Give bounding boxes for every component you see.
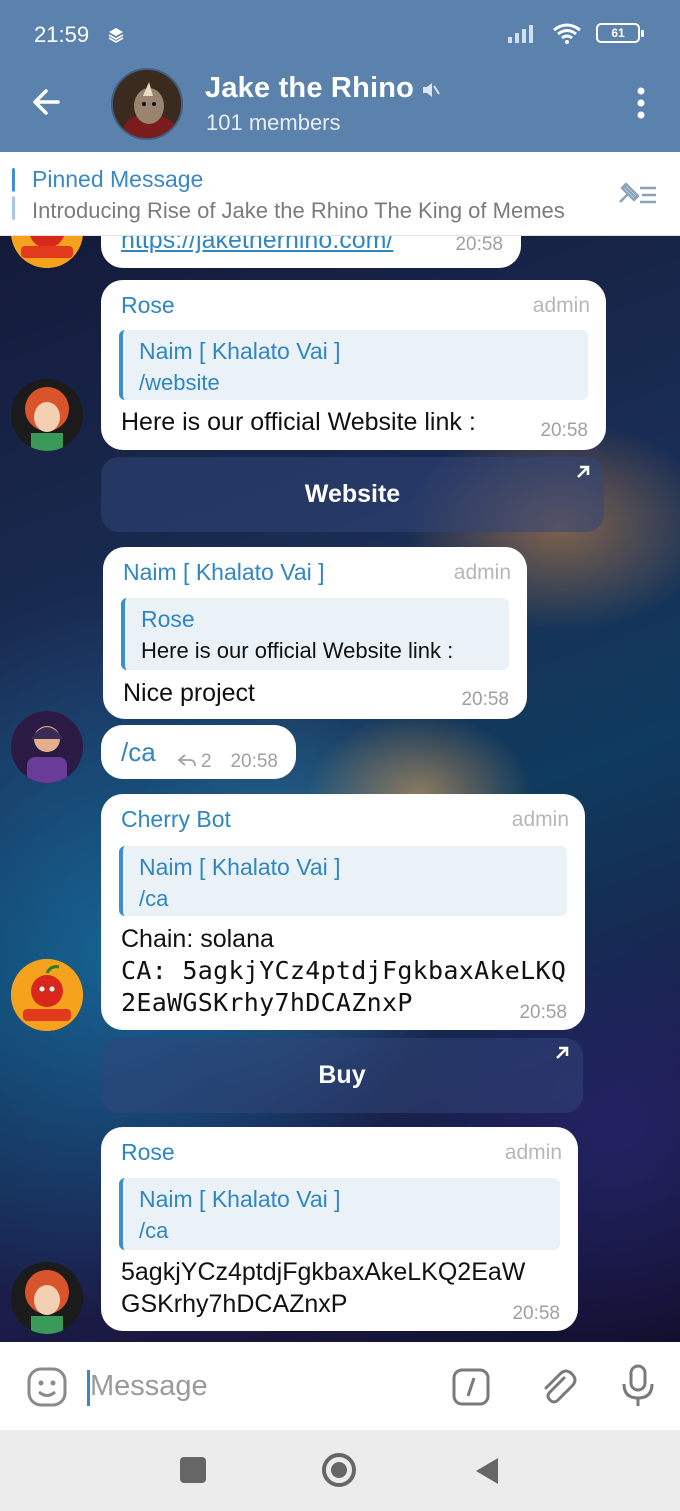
website-button-label: Website <box>304 480 401 508</box>
battery-level: 61 <box>611 26 625 40</box>
message-bubble[interactable]: https://jaketherhino.com/ 20:58 <box>101 236 521 268</box>
admin-badge: admin <box>532 294 590 317</box>
chat-area[interactable]: https://jaketherhino.com/ 20:58 Rose adm… <box>0 236 680 1342</box>
reply-text: /website <box>139 370 220 395</box>
app-header: 21:59 61 Jake the Rhino 101 members <box>0 0 680 152</box>
attach-paperclip-icon[interactable] <box>534 1364 578 1408</box>
message-time: 20:58 <box>540 420 588 441</box>
message-time: 20:58 <box>230 751 278 772</box>
pinned-title: Pinned Message <box>32 166 204 192</box>
reply-text: /ca <box>139 886 169 911</box>
admin-badge: admin <box>453 561 511 584</box>
message-author[interactable]: Rose <box>121 292 175 319</box>
pinned-indicator <box>12 168 15 220</box>
more-vertical-icon[interactable] <box>636 86 646 120</box>
admin-badge: admin <box>504 1141 562 1164</box>
reply-author: Rose <box>141 606 195 632</box>
cherry-icon <box>11 236 83 268</box>
pinned-message-bar[interactable]: Pinned Message Introducing Rise of Jake … <box>0 152 680 236</box>
status-time: 21:59 <box>34 22 90 47</box>
message-time: 20:58 <box>461 689 509 710</box>
reply-author: Naim [ Khalato Vai ] <box>139 854 341 880</box>
reply-author: Naim [ Khalato Vai ] <box>139 1186 341 1212</box>
cherry-bot-avatar[interactable] <box>11 959 83 1031</box>
status-icons: 61 <box>508 22 644 44</box>
message-bubble[interactable]: Cherry Bot admin Naim [ Khalato Vai ] /c… <box>101 794 585 1030</box>
website-button[interactable]: Website <box>101 457 604 532</box>
message-text-chain: Chain: solana <box>121 925 274 953</box>
back-arrow-icon[interactable] <box>28 82 68 122</box>
external-link-icon <box>556 1046 569 1059</box>
message-text: Here is our official Website link : <box>121 408 476 436</box>
message-author[interactable]: Rose <box>121 1139 175 1166</box>
external-link-icon <box>577 465 590 478</box>
reply-icon <box>178 754 196 767</box>
message-bubble[interactable]: Rose admin Naim [ Khalato Vai ] /website… <box>101 280 606 450</box>
system-nav-bar <box>0 1430 680 1511</box>
message-time: 20:58 <box>512 1303 560 1324</box>
message-bubble[interactable]: Rose admin Naim [ Khalato Vai ] /ca 5agk… <box>101 1127 578 1331</box>
rose-avatar[interactable] <box>11 379 83 451</box>
group-avatar[interactable] <box>111 68 183 140</box>
reply-quote[interactable]: Naim [ Khalato Vai ] /ca <box>119 846 567 916</box>
reply-quote[interactable]: Rose Here is our official Website link : <box>121 598 509 670</box>
message-time: 20:58 <box>519 1002 567 1023</box>
sticker-emoji-icon[interactable] <box>26 1366 68 1408</box>
message-bubble[interactable]: /ca 2 20:58 <box>101 725 296 779</box>
chat-title[interactable]: Jake the Rhino <box>205 72 414 105</box>
message-text-cont: GSKrhy7hDCAZnxP <box>121 1290 348 1318</box>
recent-apps-icon[interactable] <box>180 1457 206 1483</box>
reply-quote[interactable]: Naim [ Khalato Vai ] /ca <box>119 1178 560 1250</box>
microphone-icon[interactable] <box>620 1364 656 1408</box>
message-input[interactable] <box>90 1364 420 1408</box>
pinned-list-icon[interactable] <box>614 178 660 212</box>
mute-icon <box>423 83 440 97</box>
reply-text: Here is our official Website link : <box>141 638 454 663</box>
rose-portrait-icon <box>11 379 83 451</box>
reply-quote[interactable]: Naim [ Khalato Vai ] /website <box>119 330 588 400</box>
layers-icon <box>108 28 124 43</box>
naim-avatar[interactable] <box>11 711 83 783</box>
bot-commands-icon[interactable] <box>452 1368 490 1406</box>
message-author[interactable]: Cherry Bot <box>121 806 231 833</box>
command-link[interactable]: /ca <box>121 736 156 768</box>
reply-count[interactable]: 2 <box>201 751 212 773</box>
message-author[interactable]: Naim [ Khalato Vai ] <box>123 559 325 586</box>
reply-text: /ca <box>139 1218 169 1243</box>
battery-icon: 61 <box>596 23 644 43</box>
pinned-text: Introducing Rise of Jake the Rhino The K… <box>32 198 565 223</box>
naim-portrait-icon <box>11 711 83 783</box>
website-link[interactable]: https://jaketherhino.com/ <box>121 236 393 256</box>
message-bubble[interactable]: Naim [ Khalato Vai ] admin Rose Here is … <box>103 547 527 719</box>
rose-portrait-icon <box>11 1262 83 1334</box>
cherry-icon <box>11 959 83 1031</box>
message-text: Nice project <box>123 679 255 707</box>
rose-avatar[interactable] <box>11 1262 83 1334</box>
message-composer <box>0 1342 680 1430</box>
message-text-ca: CA: 5agkjYCz4ptdjFgkbaxAkeLKQ <box>121 956 567 985</box>
wifi-icon <box>553 23 581 44</box>
buy-button[interactable]: Buy <box>101 1038 583 1113</box>
buy-button-label: Buy <box>318 1061 366 1089</box>
reply-author: Naim [ Khalato Vai ] <box>139 338 341 364</box>
nav-back-icon[interactable] <box>474 1456 500 1486</box>
home-icon[interactable] <box>322 1453 356 1487</box>
member-count: 101 members <box>206 110 341 135</box>
admin-badge: admin <box>511 808 569 831</box>
cherry-bot-avatar[interactable] <box>11 236 83 268</box>
message-text: 5agkjYCz4ptdjFgkbaxAkeLKQ2EaW <box>121 1258 526 1286</box>
rhino-avatar-icon <box>113 70 181 138</box>
message-time: 20:58 <box>455 236 503 255</box>
signal-icon <box>508 25 533 43</box>
message-text-ca-cont: 2EaWGSKrhy7hDCAZnxP <box>121 988 413 1017</box>
